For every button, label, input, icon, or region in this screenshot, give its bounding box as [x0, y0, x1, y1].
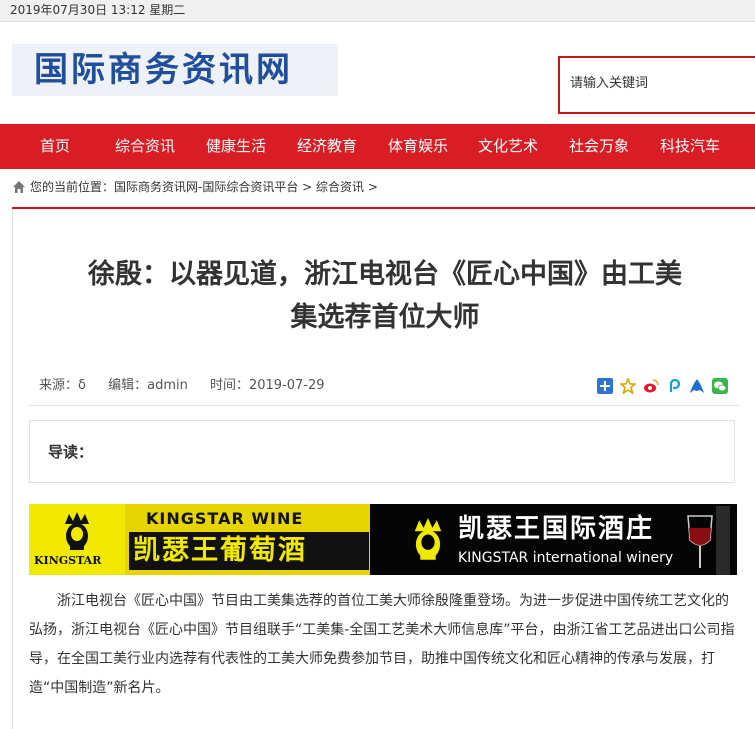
paopao-icon[interactable]: [666, 378, 682, 394]
nav-item-news[interactable]: 综合资讯: [115, 124, 175, 169]
wine-glass-icon: [687, 506, 730, 575]
title-line-2: 集选荐首位大师: [290, 302, 480, 333]
star-icon[interactable]: [620, 378, 636, 394]
nav-item-society[interactable]: 社会万象: [569, 124, 629, 169]
nav-item-economy[interactable]: 经济教育: [297, 124, 357, 169]
nav-item-tech[interactable]: 科技汽车: [660, 124, 720, 169]
share-plus-icon[interactable]: [597, 378, 613, 394]
banner-winery-cn: 凯瑟王国际酒庄: [458, 514, 655, 544]
article-editor: 编辑：admin: [108, 378, 188, 393]
king-emblem-icon: [414, 518, 442, 560]
article-time: 时间：2019-07-29: [209, 378, 325, 393]
current-datetime: 2019年07月30日 13:12 星期二: [10, 3, 186, 17]
king-emblem-icon: [65, 512, 89, 550]
qzone-icon[interactable]: [689, 378, 705, 394]
banner-winery-block: 凯瑟王国际酒庄 KINGSTAR international winery: [370, 504, 737, 575]
logo-text: 国际商务资讯网: [34, 50, 293, 90]
banner-wine-block: KINGSTAR WINE 凯瑟王葡萄酒: [125, 504, 370, 575]
summary-label: 导读：: [48, 443, 94, 461]
banner-wine-cn-box: 凯瑟王葡萄酒: [129, 532, 369, 570]
banner-wine-cn: 凯瑟王葡萄酒: [133, 535, 307, 566]
main-nav: 首页 综合资讯 健康生活 经济教育 体育娱乐 文化艺术 社会万象 科技汽车: [0, 124, 755, 169]
wechat-icon[interactable]: [712, 378, 728, 394]
banner-brand-block: KINGSTAR: [29, 504, 125, 575]
banner-winery-en: KINGSTAR international winery: [458, 550, 674, 566]
article-title: 徐殷：以器见道，浙江电视台《匠心中国》由工美 集选荐首位大师: [29, 253, 741, 339]
breadcrumb-text[interactable]: 您的当前位置：国际商务资讯网-国际综合资讯平台 > 综合资讯 >: [30, 180, 378, 194]
article-meta: 来源：δ 编辑：admin 时间：2019-07-29: [39, 377, 343, 395]
breadcrumb: 您的当前位置：国际商务资讯网-国际综合资讯平台 > 综合资讯 >: [12, 178, 378, 196]
nav-item-culture[interactable]: 文化艺术: [478, 124, 538, 169]
article-summary: 导读：: [29, 420, 735, 483]
weibo-icon[interactable]: [643, 378, 659, 394]
title-line-1: 徐殷：以器见道，浙江电视台《匠心中国》由工美: [88, 259, 682, 290]
site-header: 国际商务资讯网 请输入关键词: [0, 22, 755, 124]
article-source: 来源：δ: [39, 378, 86, 393]
search-input[interactable]: 请输入关键词: [558, 56, 755, 114]
banner-brand: KINGSTAR: [34, 554, 102, 567]
meta-divider: [29, 405, 739, 406]
home-icon: [13, 181, 25, 193]
nav-item-home[interactable]: 首页: [40, 124, 70, 169]
site-logo[interactable]: 国际商务资讯网: [12, 44, 338, 96]
article: 徐殷：以器见道，浙江电视台《匠心中国》由工美 集选荐首位大师 来源：δ 编辑：a…: [12, 209, 755, 729]
nav-item-sports[interactable]: 体育娱乐: [388, 124, 448, 169]
article-body: 浙江电视台《匠心中国》节目由工美集选荐的首位工美大师徐殷隆重登场。为进一步促进中…: [29, 593, 735, 696]
ad-banner[interactable]: KINGSTAR KINGSTAR WINE 凯瑟王葡萄酒 凯瑟王国际酒庄 KI…: [29, 504, 737, 575]
nav-item-health[interactable]: 健康生活: [206, 124, 266, 169]
date-bar: 2019年07月30日 13:12 星期二: [0, 0, 755, 22]
banner-wine-en: KINGSTAR WINE: [146, 509, 304, 528]
